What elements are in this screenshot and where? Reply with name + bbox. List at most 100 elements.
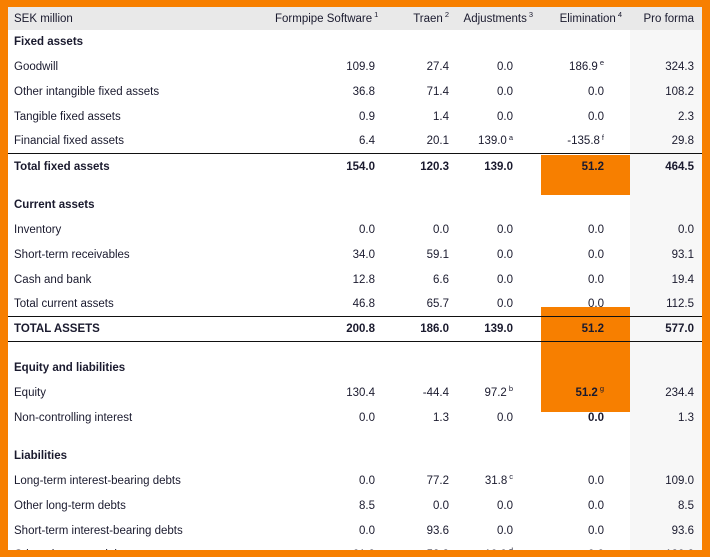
- spacer-cell: [8, 179, 275, 193]
- column-header-unit-label: SEK million: [14, 12, 73, 25]
- cell-number: 0.0: [497, 85, 513, 98]
- row-label: Non-controlling interest: [14, 411, 133, 424]
- cell-value: 234.4: [630, 380, 702, 405]
- cell-value: 464.5: [630, 153, 702, 179]
- cell-value: 0.0: [541, 267, 630, 292]
- column-header-formpipe-label: Formpipe Software: [275, 12, 373, 25]
- cell-value: 0.0: [541, 469, 630, 494]
- cell-value: 8.5: [630, 494, 702, 519]
- cell-number: 0.0: [588, 248, 604, 261]
- table-row: Short-term interest-bearing debts 0.0 93.6…: [8, 518, 702, 543]
- cell-value: 200.8: [275, 316, 383, 343]
- total-label: TOTAL ASSETS: [8, 316, 275, 343]
- column-header-traen: Traen 2: [383, 7, 457, 30]
- section-title: Fixed assets: [14, 36, 84, 49]
- cell-value: 0.0: [275, 218, 383, 243]
- table-row: Cash and bank 12.8 6.6 0.0 0.0 19.4: [8, 267, 702, 292]
- cell-number: 154.0: [346, 160, 375, 173]
- spacer-cell: [541, 179, 630, 193]
- spacer-cell: [275, 342, 383, 356]
- cell-value: 51.2: [541, 316, 630, 343]
- spacer-cell: [630, 342, 702, 356]
- cell-value: 139.0: [457, 316, 541, 343]
- column-header-elimination: Elimination 4: [541, 7, 630, 30]
- cell-value: 27.4: [383, 55, 457, 80]
- cell-number: 0.0: [588, 85, 604, 98]
- cell-number: 77.2: [426, 475, 449, 488]
- cell-value: 46.8: [275, 292, 383, 317]
- cell-value: 154.0: [275, 153, 383, 179]
- cell-value: 0.0: [275, 405, 383, 430]
- spacer-cell: [275, 430, 383, 444]
- empty-cell: [630, 444, 702, 469]
- spacer-cell: [541, 342, 630, 356]
- cell-number: 0.0: [497, 61, 513, 74]
- cell-number: 93.1: [671, 248, 694, 261]
- header-row: SEK million Formpipe Software 1 Traen 2 Ad…: [8, 7, 702, 30]
- footnote-marker: 2: [444, 9, 449, 19]
- empty-cell: [457, 444, 541, 469]
- cell-number: 51.2: [581, 160, 604, 173]
- cell-number: 51.2: [575, 386, 598, 399]
- section-total-row: Total fixed assets 154.0 120.3 139.0 51.2 464…: [8, 153, 702, 179]
- row-label: Financial fixed assets: [14, 135, 124, 148]
- cell-value: 6.4: [275, 129, 383, 154]
- cell-number: 0.0: [433, 223, 449, 236]
- cell-number: 120.3: [420, 160, 449, 173]
- frame-border-top: [0, 0, 710, 7]
- cell-number: 0.0: [497, 273, 513, 286]
- cell-value: 0.0: [630, 218, 702, 243]
- cell-value: 61.9: [275, 543, 383, 550]
- cell-number: 0.0: [359, 475, 375, 488]
- column-header-adjustments-label: Adjustments: [463, 12, 527, 25]
- empty-cell: [383, 444, 457, 469]
- cell-number: 577.0: [665, 323, 694, 336]
- cell-value: 0.0: [541, 292, 630, 317]
- cell-value: 120.3: [383, 153, 457, 179]
- footnote-marker: d: [507, 546, 513, 550]
- cell-value: 0.0: [275, 469, 383, 494]
- cell-number: 186.0: [420, 323, 449, 336]
- empty-cell: [541, 444, 630, 469]
- cell-number: -44.4: [422, 386, 449, 399]
- cell-number: 139.0: [484, 160, 513, 173]
- cell-value: 0.0: [457, 292, 541, 317]
- empty-cell: [383, 193, 457, 218]
- cell-value: 12.8: [275, 267, 383, 292]
- cell-value: 1.3: [630, 405, 702, 430]
- column-header-adjustments: Adjustments 3: [457, 7, 541, 30]
- cell-number: 6.6: [433, 273, 449, 286]
- cell-value: 20.1: [383, 129, 457, 154]
- spacer-cell: [541, 430, 630, 444]
- balance-sheet-table: SEK million Formpipe Software 1 Traen 2 Ad…: [8, 7, 702, 550]
- section-title: Equity and liabilities: [14, 361, 126, 374]
- table-row: Other intangible fixed assets 36.8 71.4 0.0…: [8, 80, 702, 105]
- cell-number: 27.4: [426, 61, 449, 74]
- row-label: Goodwill: [14, 61, 59, 74]
- cell-number: 109.9: [346, 61, 375, 74]
- cell-number: 112.5: [666, 298, 694, 311]
- row-label: Other long-term debts: [14, 499, 126, 512]
- cell-number: 2.3: [678, 110, 694, 123]
- spacer-cell: [457, 342, 541, 356]
- cell-value: 29.8: [630, 129, 702, 154]
- footnote-marker: b: [508, 383, 513, 393]
- column-header-proforma: Pro forma: [630, 7, 702, 30]
- frame-border-left: [0, 0, 8, 557]
- cell-value: 109.9: [275, 55, 383, 80]
- spacer-cell: [457, 179, 541, 193]
- table-row: Total current assets 46.8 65.7 0.0 0.0 112.5: [8, 292, 702, 317]
- cell-number: 1.3: [678, 411, 694, 424]
- cell-number: 51.2: [581, 323, 604, 336]
- cell-value: 139.0: [457, 153, 541, 179]
- column-header-proforma-label: Pro forma: [643, 12, 695, 25]
- cell-value: 0.0: [541, 405, 630, 430]
- cell-number: 12.8: [352, 273, 375, 286]
- cell-value: 0.0: [457, 405, 541, 430]
- cell-number: 186.9: [569, 61, 598, 74]
- cell-number: 31.8: [484, 475, 508, 488]
- empty-cell: [275, 356, 383, 381]
- cell-number: 0.0: [359, 411, 375, 424]
- section-total-row: TOTAL ASSETS 200.8 186.0 139.0 51.2 577.0: [8, 316, 702, 343]
- footnote-marker: 1: [374, 9, 379, 19]
